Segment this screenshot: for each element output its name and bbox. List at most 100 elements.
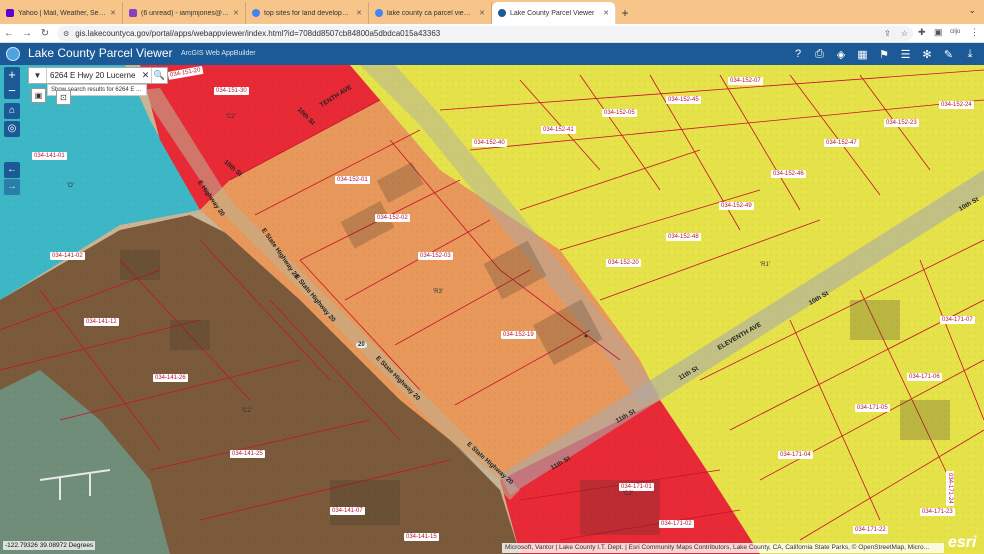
select-icon: ⊡ [60,93,67,102]
parcel-label[interactable]: 034-171-23 [920,508,955,516]
parcel-label[interactable]: 034-152-49 [719,202,754,210]
close-tab-icon[interactable]: ✕ [110,9,116,17]
parcel-label[interactable]: 034-171-02 [659,520,694,528]
search-input[interactable]: 6264 E Hwy 20 Lucerne [47,71,140,80]
parcel-label[interactable]: 034-152-07 [728,77,763,85]
new-tab-icon[interactable]: + [616,2,634,24]
reload-icon[interactable]: ↻ [36,28,54,39]
parcel-label[interactable]: 034-152-01 [335,176,370,184]
parcel-label[interactable]: 034-171-04 [778,451,813,459]
profile-avatar[interactable]: ciljo [950,29,960,35]
close-tab-icon[interactable]: ✕ [479,9,485,17]
parcel-label[interactable]: 034-171-22 [853,526,888,534]
parcel-label[interactable]: 034-152-24 [939,101,974,109]
search-source-dropdown[interactable]: ▼ [29,68,47,83]
tab-label: Lake County Parcel Viewer [510,9,595,17]
parcel-label[interactable]: 034-152-45 [666,96,701,104]
clear-search-icon[interactable]: ✕ [140,70,151,81]
measure-icon[interactable]: ✻ [917,46,937,62]
tab-label: (6 unread) - iamjmjones@yaho [141,9,230,17]
zoning-label: 'C2' [226,114,236,120]
close-tab-icon[interactable]: ✕ [603,9,609,17]
identify-icon[interactable]: ⚑ [874,46,894,62]
parcel-label[interactable]: 034-171-05 [855,404,890,412]
header-toolbar: ? ⎙ ◈ ▦ ⚑ ☰ ✻ ✎ ⤓ [787,46,981,62]
parcel-label[interactable]: 034-141-26 [153,374,188,382]
menu-icon[interactable]: ⋮ [970,27,979,38]
map-attribution[interactable]: Microsoft, Vantor | Lake County I.T. Dep… [502,543,944,553]
zoning-label: 'C2' [623,491,633,497]
home-icon: ⌂ [8,105,16,116]
back-icon[interactable]: ← [0,28,18,39]
parcel-label[interactable]: 034-171-06 [907,373,942,381]
tab-yahoo-mail[interactable]: Yahoo | Mail, Weather, Search, P ✕ [0,2,123,24]
zoning-label: 'O' [67,183,74,189]
zoning-label: 'C2' [242,408,252,414]
url-field[interactable]: ⚙ gis.lakecountyca.gov/portal/apps/webap… [57,26,913,41]
zoom-in-button[interactable]: + [4,67,20,83]
parcel-label[interactable]: 034-171-01 [619,483,654,491]
parcel-label[interactable]: 034-171-07 [940,316,975,324]
forward-icon[interactable]: → [18,28,36,39]
tab-google-search-2[interactable]: lake county ca parcel viewer - G ✕ [369,2,492,24]
draw-icon[interactable]: ✎ [939,46,959,62]
app-title: Lake County Parcel Viewer [28,46,173,60]
address-bar: ← → ↻ ⚙ gis.lakecountyca.gov/portal/apps… [0,24,984,43]
parcel-label[interactable]: 034-152-02 [375,214,410,222]
home-button[interactable]: ⌂ [4,103,20,119]
search-widget: ▼ 6264 E Hwy 20 Lucerne ✕ 🔍 [28,67,168,84]
share-icon[interactable]: ⇪ [884,29,891,38]
parcel-label[interactable]: 034-152-46 [771,170,806,178]
parcel-label[interactable]: 034-152-48 [666,233,701,241]
highway-shield: 20 [356,342,367,348]
parcel-label[interactable]: 034-152-03 [418,252,453,260]
export-icon[interactable]: ⤓ [960,46,980,62]
parcel-label[interactable]: 034-141-25 [230,450,265,458]
tab-unread-mail[interactable]: (6 unread) - iamjmjones@yaho ✕ [123,2,246,24]
coordinate-readout: -122.79326 39.08972 Degrees [3,541,96,550]
parcel-label[interactable]: 034-171-24 [946,471,954,506]
close-tab-icon[interactable]: ✕ [233,9,239,17]
parcel-label[interactable]: 034-152-20 [606,259,641,267]
parcel-label[interactable]: 034-152-19 [501,331,536,339]
next-extent-button[interactable]: → [4,179,20,195]
basemap-gallery-icon[interactable]: ▦ [853,46,873,62]
parcel-viewer-icon [498,9,506,17]
url-text: gis.lakecountyca.gov/portal/apps/webappv… [75,29,441,38]
parcel-label[interactable]: 034-152-47 [824,139,859,147]
parcel-label[interactable]: 034-141-02 [50,252,85,260]
app-header: Lake County Parcel Viewer ArcGIS Web App… [0,43,984,65]
mail-icon [129,9,137,17]
search-button[interactable]: 🔍 [151,68,167,83]
arrow-left-icon: ← [7,164,17,175]
site-info-icon[interactable]: ⚙ [63,30,69,38]
query-icon[interactable]: ☰ [896,46,916,62]
overview-map-button[interactable]: ▣ [31,88,46,103]
print-icon[interactable]: ⎙ [810,46,830,62]
parcel-label[interactable]: 034-152-40 [472,139,507,147]
parcel-label[interactable]: 034-151-30 [214,87,249,95]
sidebar-icon[interactable]: ▣ [934,27,943,38]
close-tab-icon[interactable]: ✕ [356,9,362,17]
layers-icon[interactable]: ◈ [831,46,851,62]
parcel-label[interactable]: 034-141-12 [84,318,119,326]
parcel-label[interactable]: 034-152-23 [884,119,919,127]
tab-google-search-1[interactable]: top sites for land developers fro ✕ [246,2,369,24]
zoning-label: 'R3' [433,289,443,295]
parcel-label[interactable]: 034-141-07 [330,507,365,515]
help-icon[interactable]: ? [788,46,808,62]
extensions-icon[interactable]: ✚ [918,27,926,38]
parcel-label[interactable]: 034-141-01 [32,152,67,160]
zoom-out-button[interactable]: − [4,83,20,99]
previous-extent-button[interactable]: ← [4,162,20,178]
tab-search-icon[interactable]: ⌄ [968,5,976,16]
select-tool-button[interactable]: ⊡ [56,90,71,105]
overview-icon: ▣ [34,91,43,100]
parcel-label[interactable]: 034-152-05 [602,109,637,117]
parcel-label[interactable]: 034-141-15 [404,533,439,541]
bookmark-star-icon[interactable]: ☆ [901,29,908,38]
my-location-button[interactable]: ◎ [4,121,20,137]
map-canvas[interactable]: 034-151-30 034-141-01 034-152-01 034-152… [0,65,984,554]
parcel-label[interactable]: 034-152-41 [541,126,576,134]
tab-parcel-viewer[interactable]: Lake County Parcel Viewer ✕ [492,2,616,24]
